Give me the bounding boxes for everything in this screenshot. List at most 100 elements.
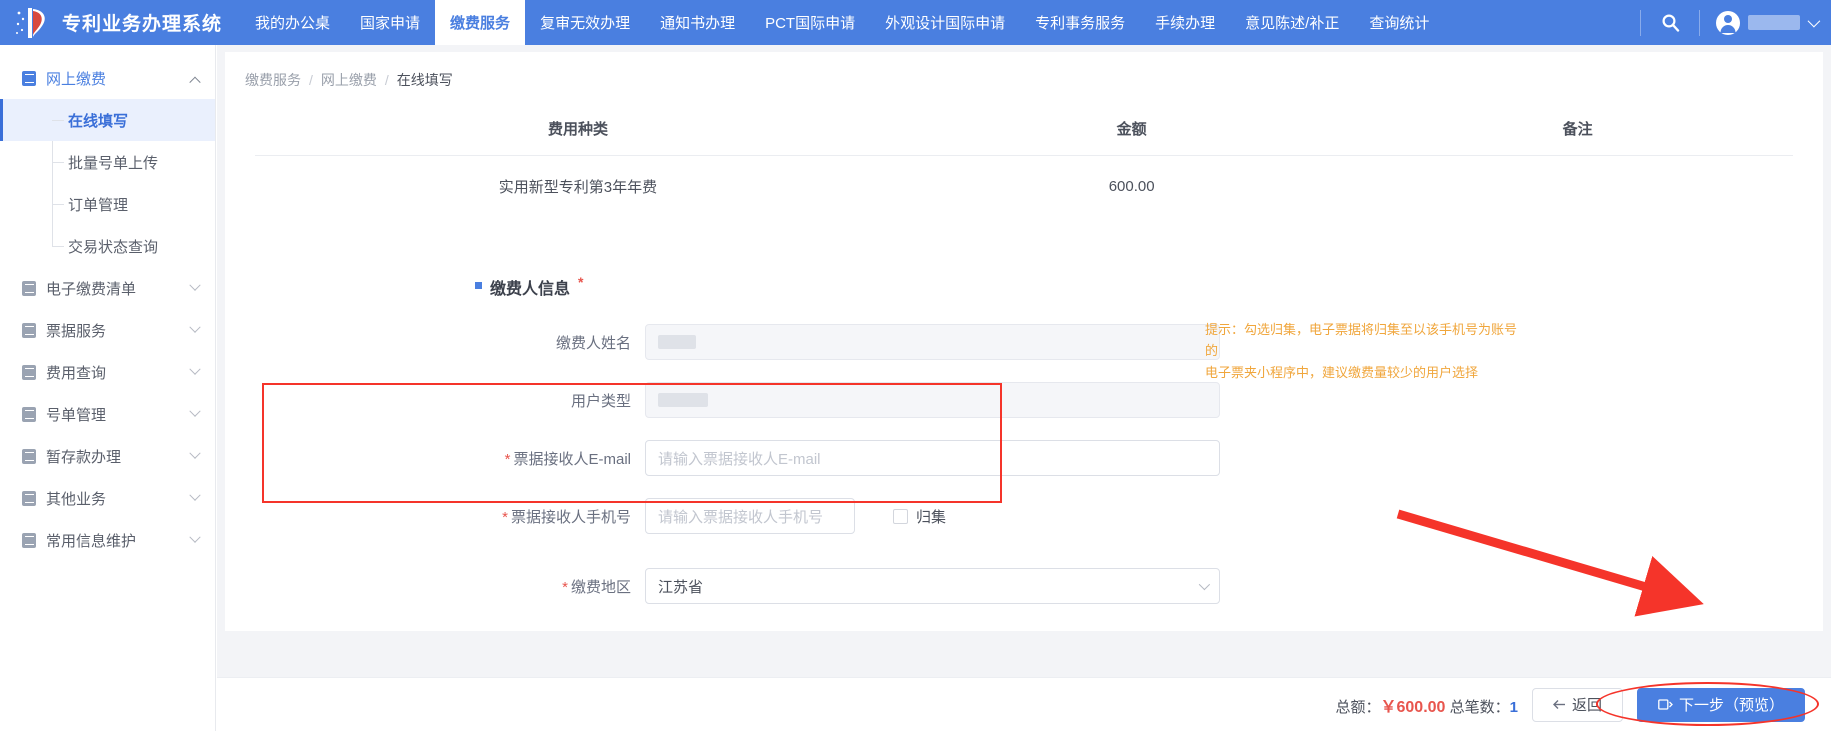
sidebar-group-e-payment-list[interactable]: 电子缴费清单 — [0, 267, 215, 309]
collect-checkbox-label: 归集 — [916, 508, 947, 526]
sidebar-group-label: 暂存款办理 — [46, 448, 122, 466]
total-currency: ￥ — [1380, 698, 1397, 716]
nav-item-query-statistics[interactable]: 查询统计 — [1354, 0, 1444, 45]
label-user-type: 用户类型 — [570, 392, 631, 410]
count-label: 总笔数： — [1449, 698, 1510, 716]
required-star-icon: * — [504, 450, 511, 468]
preview-icon — [1658, 699, 1673, 710]
user-name-redacted — [1748, 15, 1800, 30]
breadcrumb-item-online-payment[interactable]: 网上缴费 — [321, 70, 377, 90]
count-value: 1 — [1509, 698, 1518, 716]
label-email: * 票据接收人E-mail — [225, 448, 645, 469]
nav-item-opinion-statement[interactable]: 意见陈述/补正 — [1230, 0, 1354, 45]
breadcrumb-separator: / — [309, 72, 313, 88]
fee-table-header-amount: 金额 — [900, 108, 1363, 156]
nav-item-procedures[interactable]: 手续办理 — [1140, 0, 1230, 45]
collect-checkbox-wrapper[interactable]: 归集 — [893, 506, 946, 527]
section-bullet-icon — [475, 282, 482, 289]
breadcrumb-item-payment-service[interactable]: 缴费服务 — [245, 70, 301, 90]
nav-item-pct[interactable]: PCT国际申请 — [750, 0, 870, 45]
sidebar-group-label: 常用信息维护 — [46, 532, 137, 550]
next-preview-button[interactable]: 下一步（预览） — [1636, 687, 1805, 722]
other-business-icon — [22, 490, 37, 506]
chevron-down-icon — [189, 489, 201, 501]
label-region: * 缴费地区 — [225, 576, 645, 597]
sidebar-group-invoice-service[interactable]: 票据服务 — [0, 309, 215, 351]
sidebar-group-other-business[interactable]: 其他业务 — [0, 477, 215, 519]
arrow-left-icon — [1552, 700, 1565, 709]
section-required-mark: * — [578, 274, 584, 290]
sidebar-group-common-info[interactable]: 常用信息维护 — [0, 519, 215, 561]
fee-table-header-remark: 备注 — [1362, 108, 1793, 156]
section-title-label: 缴费人信息 — [490, 281, 571, 298]
content-card: 缴费服务 / 网上缴费 / 在线填写 费用种类 金额 备注 实用新型专利第3年年… — [225, 52, 1823, 631]
nav-item-my-desk[interactable]: 我的办公桌 — [240, 0, 345, 45]
collect-checkbox[interactable] — [893, 508, 908, 524]
invoice-icon — [22, 322, 37, 338]
nav-item-notification[interactable]: 通知书办理 — [645, 0, 750, 45]
payer-name-field[interactable] — [645, 324, 1220, 360]
sidebar-item-online-fill[interactable]: 在线填写 — [0, 99, 215, 141]
fee-query-icon — [22, 364, 37, 380]
sidebar-group-deposit[interactable]: 暂存款办理 — [0, 435, 215, 477]
main-nav: 我的办公桌 国家申请 缴费服务 复审无效办理 通知书办理 PCT国际申请 外观设… — [240, 0, 1444, 45]
breadcrumb-separator: / — [384, 72, 389, 88]
sidebar-group-fee-query[interactable]: 费用查询 — [0, 351, 215, 393]
phone-field[interactable]: 请输入票据接收人手机号 — [645, 498, 855, 534]
form-row-payer-name: 缴费人姓名 — [225, 313, 1823, 371]
required-star-icon: * — [502, 508, 508, 526]
nav-item-design-international[interactable]: 外观设计国际申请 — [870, 0, 1020, 45]
nav-item-reexamination[interactable]: 复审无效办理 — [525, 0, 645, 45]
fee-table-header-type: 费用种类 — [255, 108, 901, 156]
payer-name-redacted — [658, 335, 696, 349]
sidebar-group-label: 电子缴费清单 — [46, 280, 137, 298]
sidebar-children-online-payment: 在线填写 批量号单上传 订单管理 交易状态查询 — [0, 99, 215, 267]
e-list-icon — [22, 280, 37, 296]
search-icon — [1661, 14, 1679, 32]
app-title: 专利业务办理系统 — [62, 14, 223, 35]
chevron-down-icon — [189, 363, 201, 375]
sidebar-item-order-management[interactable]: 订单管理 — [0, 183, 215, 225]
main-content: 缴费服务 / 网上缴费 / 在线填写 费用种类 金额 备注 实用新型专利第3年年… — [217, 45, 1831, 731]
payer-form: 缴费人姓名 用户类型 *票据接收人E-mail 请输入票据接收人E-mail — [225, 313, 1823, 615]
label-phone: * 票据接收人手机号 — [225, 506, 645, 527]
nav-item-national-application[interactable]: 国家申请 — [345, 0, 435, 45]
region-selected-value: 江苏省 — [658, 578, 704, 596]
deposit-icon — [22, 448, 37, 464]
chevron-down-icon — [1807, 14, 1821, 28]
chevron-down-icon — [189, 321, 201, 333]
cell-amount: 600.00 — [1108, 178, 1155, 195]
sidebar-group-label: 网上缴费 — [46, 70, 107, 88]
phone-placeholder: 请输入票据接收人手机号 — [658, 508, 824, 526]
email-field[interactable]: 请输入票据接收人E-mail — [645, 440, 1220, 476]
sidebar-group-label: 号单管理 — [46, 406, 107, 424]
collect-hint: 提示：勾选归集，电子票据将归集至以该手机号为账号的 电子票夹小程序中，建议缴费量… — [1205, 319, 1525, 383]
search-button[interactable] — [1641, 0, 1699, 45]
nav-item-patent-affairs[interactable]: 专利事务服务 — [1020, 0, 1140, 45]
chevron-up-icon — [189, 76, 201, 88]
back-button[interactable]: 返回 — [1531, 687, 1623, 722]
fee-table-head: 费用种类 金额 备注 — [255, 108, 1793, 156]
label-phone-text: 票据接收人手机号 — [510, 508, 631, 526]
sidebar-group-order-manage[interactable]: 号单管理 — [0, 393, 215, 435]
header-right — [1640, 0, 1831, 45]
action-footer: 总额：￥600.00 总笔数：1 返回 下一步（预览） — [217, 677, 1831, 731]
hint-line-2: 电子票夹小程序中，建议缴费量较少的用户选择 — [1205, 364, 1479, 380]
breadcrumb-item-online-fill: 在线填写 — [396, 72, 453, 88]
sidebar-group-online-payment[interactable]: 网上缴费 — [0, 57, 215, 99]
chevron-down-icon — [189, 405, 201, 417]
sidebar-group-label: 其他业务 — [46, 490, 107, 508]
order-manage-icon — [22, 406, 37, 422]
next-preview-button-label: 下一步（预览） — [1678, 697, 1784, 714]
nav-item-payment-service[interactable]: 缴费服务 — [435, 0, 526, 45]
label-region-text: 缴费地区 — [570, 578, 631, 596]
user-menu[interactable] — [1700, 0, 1831, 45]
sidebar-item-batch-upload[interactable]: 批量号单上传 — [0, 141, 215, 183]
hint-line-1: 提示：勾选归集，电子票据将归集至以该手机号为账号的 — [1205, 322, 1518, 359]
region-select[interactable]: 江苏省 — [645, 568, 1220, 604]
user-type-field[interactable] — [645, 382, 1220, 418]
sidebar-item-transaction-status[interactable]: 交易状态查询 — [0, 225, 215, 267]
total-label: 总额： — [1335, 698, 1381, 716]
chevron-down-icon — [1198, 578, 1211, 591]
sidebar-group-label: 票据服务 — [46, 322, 107, 340]
